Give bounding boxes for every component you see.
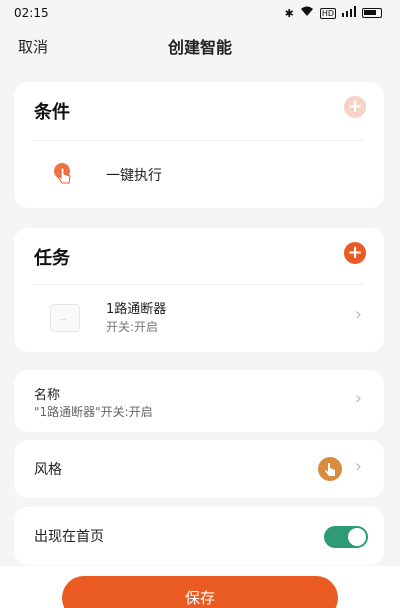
condition-item[interactable]: 一键执行 [14,140,384,208]
name-value: "1路通断器"开关:开启 [34,405,153,419]
signal-icon [342,6,356,20]
chevron-right-icon: › [354,304,362,325]
toggle-knob [348,528,366,546]
battery-icon [362,8,382,18]
conditions-heading: 条件 [34,102,70,123]
add-condition-icon[interactable]: + [344,96,366,118]
name-row[interactable]: 名称 "1路通断器"开关:开启 › [14,370,384,432]
status-icons: ✱ HD [285,6,382,20]
chevron-right-icon: › [354,388,362,409]
show-on-home-row: 出现在首页 [14,507,384,565]
hand-tap-icon [52,162,76,186]
condition-label: 一键执行 [106,168,162,184]
style-label: 风格 [34,462,62,478]
task-item[interactable]: 1路通断器 开关:开启 › [14,284,384,352]
style-row[interactable]: 风格 › [14,440,384,498]
show-on-home-toggle[interactable] [324,526,368,548]
save-button[interactable]: 保存 [62,576,338,608]
show-on-home-label: 出现在首页 [34,529,104,545]
task-device-name: 1路通断器 [106,302,167,317]
cancel-button[interactable]: 取消 [18,36,48,57]
top-bar: 取消 创建智能 [0,26,400,66]
tasks-heading: 任务 [34,248,70,269]
task-device-action: 开关:开启 [106,320,159,334]
wifi-icon [300,6,314,20]
status-time: 02:15 [14,6,49,20]
style-avatar-icon [318,457,342,481]
tasks-card: 任务 + 1路通断器 开关:开启 › [14,228,384,352]
status-bar: 02:15 ✱ HD [0,0,400,26]
conditions-card: 条件 + 一键执行 [14,82,384,208]
add-task-icon[interactable]: + [344,242,366,264]
chevron-right-icon: › [354,456,362,477]
page-title: 创建智能 [167,38,232,57]
bluetooth-icon: ✱ [284,6,294,20]
name-label: 名称 [34,388,61,403]
hd-badge: HD [319,7,336,19]
device-icon [50,304,80,332]
